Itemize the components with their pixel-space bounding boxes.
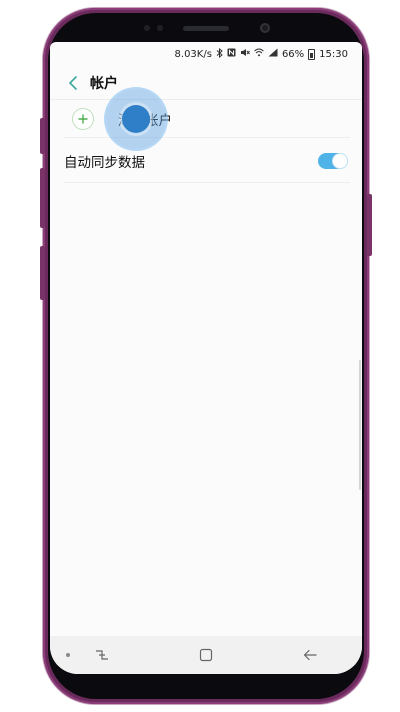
signal-icon [268, 48, 278, 60]
bixby-button [40, 246, 45, 300]
volume-up-button [40, 118, 45, 154]
power-button [367, 194, 372, 256]
back-arrow-icon[interactable] [298, 643, 322, 667]
stage: 8.03K/s 66% 15:30 帐户 自动同步数据 [0, 0, 400, 712]
auto-sync-label: 自动同步数据 [64, 154, 145, 171]
app-header: 帐户 [50, 66, 362, 100]
mute-icon [240, 48, 250, 60]
network-speed: 8.03K/s [174, 48, 212, 60]
bluetooth-icon [216, 47, 223, 61]
front-camera [260, 23, 270, 33]
page-title: 帐户 [90, 75, 118, 92]
navigation-bar [50, 636, 362, 674]
volume-down-button [40, 168, 45, 228]
toggle-knob [333, 153, 347, 168]
back-chevron-icon[interactable] [62, 72, 84, 94]
home-icon[interactable] [194, 643, 218, 667]
iris-sensor [157, 25, 163, 31]
battery-percent: 66% [281, 48, 305, 60]
wifi-icon [254, 48, 264, 60]
recents-icon[interactable] [90, 643, 114, 667]
nav-bar-dot [66, 653, 70, 657]
scroll-indicator [359, 360, 361, 490]
status-bar: 8.03K/s 66% 15:30 [50, 42, 362, 66]
auto-sync-row[interactable]: 自动同步数据 [64, 139, 350, 183]
plus-circle-icon [72, 107, 94, 130]
touch-indicator-dot [122, 105, 150, 133]
phone-screen: 8.03K/s 66% 15:30 帐户 自动同步数据 [50, 42, 362, 674]
earpiece-speaker [183, 26, 229, 31]
battery-icon [308, 48, 316, 60]
proximity-sensor [144, 25, 150, 31]
auto-sync-toggle[interactable] [318, 152, 348, 169]
status-time: 15:30 [319, 48, 348, 60]
nfc-icon [227, 48, 236, 60]
